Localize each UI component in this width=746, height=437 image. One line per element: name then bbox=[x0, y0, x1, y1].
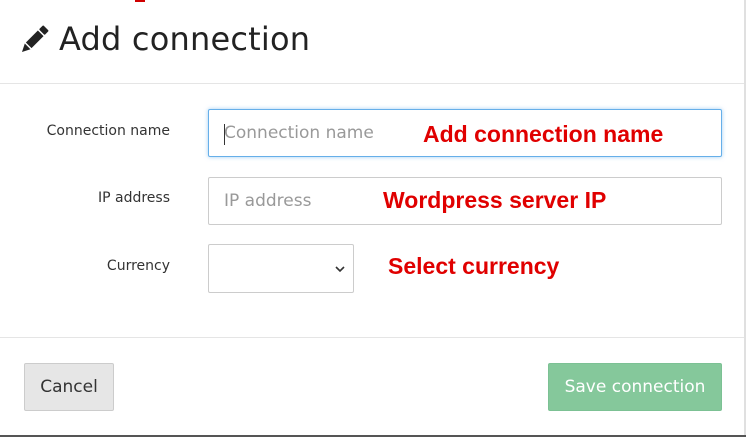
ip-address-annotation: Wordpress server IP bbox=[383, 187, 607, 213]
connection-name-annotation: Add connection name bbox=[423, 121, 664, 147]
currency-label: Currency bbox=[106, 258, 170, 274]
ip-address-label: IP address bbox=[97, 190, 170, 206]
ip-address-row: IP address bbox=[0, 176, 746, 226]
connection-name-label: Connection name bbox=[46, 123, 170, 139]
footer-divider bbox=[0, 337, 746, 338]
cancel-button[interactable]: Cancel bbox=[24, 363, 114, 411]
pencil-icon bbox=[21, 25, 49, 53]
dialog-title: Add connection bbox=[59, 20, 311, 58]
save-connection-button[interactable]: Save connection bbox=[548, 363, 722, 411]
currency-select[interactable] bbox=[208, 244, 354, 293]
currency-annotation: Select currency bbox=[388, 253, 560, 279]
chevron-down-icon bbox=[335, 266, 345, 273]
text-caret bbox=[224, 124, 225, 145]
dialog-header: Add connection bbox=[0, 0, 746, 84]
